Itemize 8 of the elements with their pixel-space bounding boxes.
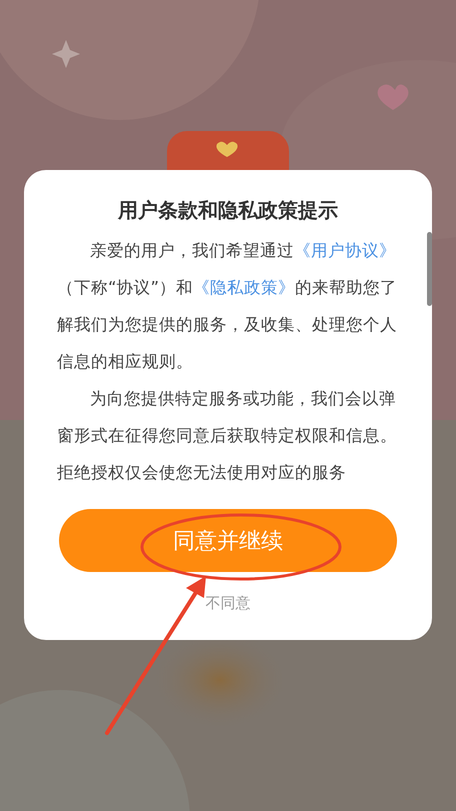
- paragraph: 亲爱的用户，我们希望通过《用户协议》 （下称“协议”）和《隐私政策》的来帮助您了解我们为您提供的服务，及收集、处理您个人信息的相应规则。: [57, 240, 398, 373]
- policy-link[interactable]: 《隐私政策》: [193, 278, 296, 297]
- scrollbar[interactable]: [427, 232, 432, 306]
- paragraph: 为向您提供特定服务或功能，我们会以弹窗形式在征得您同意后获取特定权限和信息。拒绝授权仅会使您无法使用对应的服务: [57, 388, 398, 484]
- agree-button[interactable]: 同意并继续: [59, 509, 397, 572]
- dialog-title: 用户条款和隐私政策提示: [118, 197, 338, 224]
- decline-link[interactable]: 不同意: [206, 594, 250, 613]
- policy-link[interactable]: 《用户协议》: [294, 241, 396, 260]
